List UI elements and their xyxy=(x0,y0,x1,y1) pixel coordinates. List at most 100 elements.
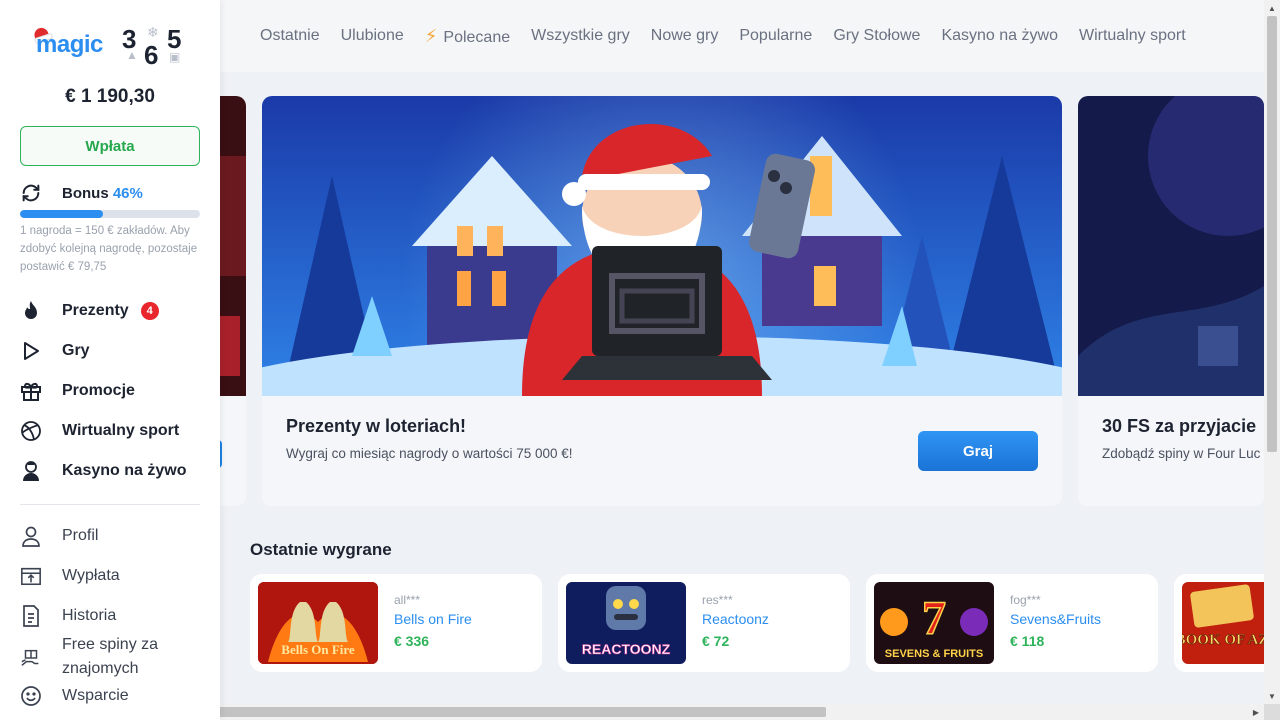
win-user: fog*** xyxy=(1010,593,1041,607)
banner-title: Prezenty w loteriach! xyxy=(286,416,467,436)
vertical-scroll-thumb[interactable] xyxy=(1267,16,1277,452)
smile-icon xyxy=(20,685,42,707)
nav-item-wszystkie-gry[interactable]: Wszystkie gry xyxy=(531,27,630,45)
banner-next-peek[interactable]: 30 FS za przyjacie Zdobądź spiny w Four … xyxy=(1078,96,1264,506)
win-user: res*** xyxy=(702,593,733,607)
game-thumbnail-reactoonz: REACTOONZ xyxy=(566,582,686,664)
menu-item-historia[interactable]: Historia xyxy=(20,605,116,627)
gift-hand-icon xyxy=(20,647,42,669)
win-game-link[interactable]: Sevens&Fruits xyxy=(1010,611,1101,627)
sidebar: magic 3 ❄ 6 5 ▲ ▣ € 1 190,30 Wpłata Bonu… xyxy=(0,0,220,720)
recent-wins-title: Ostatnie wygrane xyxy=(250,540,392,559)
thumb-text: Bells On Fire xyxy=(281,642,355,657)
sevens-thumbnail-art: 7 SEVENS & FRUITS xyxy=(874,582,994,664)
svg-text:7: 7 xyxy=(922,592,946,645)
banner-subtitle: Wygraj co miesiąc nagrody o wartości 75 … xyxy=(286,446,573,461)
bonus-progress-fill xyxy=(20,210,103,218)
menu-item-label: Free spiny za znajomych xyxy=(62,636,159,677)
flame-icon xyxy=(20,300,42,322)
banner-next-text-area: 30 FS za przyjacie Zdobądź spiny w Four … xyxy=(1078,396,1264,506)
document-icon xyxy=(20,605,42,627)
play-icon xyxy=(20,340,42,362)
bonus-percent: 46% xyxy=(112,184,143,202)
banner-next-subtitle: Zdobądź spiny w Four Luc xyxy=(1102,446,1261,461)
nav-item-ostatnie[interactable]: Ostatnie xyxy=(260,27,320,45)
menu-item-label: Kasyno na żywo xyxy=(62,462,187,479)
scrollbar-corner xyxy=(1264,704,1280,720)
menu-item-wirtualny-sport[interactable]: Wirtualny sport xyxy=(20,420,179,442)
win-game-link[interactable]: Bells on Fire xyxy=(394,611,472,627)
bonus-progress-bar xyxy=(20,210,200,218)
game-thumbnail-bells-on-fire: Bells On Fire xyxy=(258,582,378,664)
game-thumbnail-sevens-fruits: 7 SEVENS & FRUITS xyxy=(874,582,994,664)
withdraw-icon xyxy=(20,565,42,587)
menu-item-label: Historia xyxy=(62,607,117,624)
win-amount: € 72 xyxy=(702,633,730,649)
nav-item-nowe-gry[interactable]: Nowe gry xyxy=(651,27,719,45)
menu-item-label: Wsparcie xyxy=(62,687,129,704)
menu-item-label: Wirtualny sport xyxy=(62,422,180,439)
menu-item-profil[interactable]: Profil xyxy=(20,525,98,547)
menu-item-prezenty[interactable]: Prezenty 4 xyxy=(20,300,159,322)
play-button[interactable]: Graj xyxy=(918,431,1038,471)
deposit-button[interactable]: Wpłata xyxy=(20,126,200,166)
scroll-up-arrow-icon[interactable]: ▲ xyxy=(1264,0,1280,16)
bonus-label-wrap: Bonus 46% xyxy=(62,185,143,202)
game-thumbnail-book-of-az: BOOK OF AZ xyxy=(1182,582,1264,664)
nav-item-label: Polecane xyxy=(443,28,511,46)
recent-win-card[interactable]: BOOK OF AZ xyxy=(1174,574,1264,672)
recent-win-card[interactable]: 7 SEVENS & FRUITS fog*** Sevens&Fruits €… xyxy=(866,574,1158,672)
tree-icon: ▲ xyxy=(126,48,138,62)
scroll-down-arrow-icon[interactable]: ▼ xyxy=(1264,688,1280,704)
nav-item-ulubione[interactable]: Ulubione xyxy=(341,27,404,45)
bonus-label: Bonus xyxy=(62,184,109,202)
banner-text-area: Prezenty w loteriach! Wygraj co miesiąc … xyxy=(262,396,1062,506)
present-icon: ▣ xyxy=(169,50,181,64)
vertical-scrollbar[interactable]: ▲ ▼ xyxy=(1264,0,1280,704)
bells-thumbnail-art: Bells On Fire xyxy=(258,582,378,664)
lightning-icon: ⚡ xyxy=(424,25,438,46)
thumb-text: SEVENS & FRUITS xyxy=(885,648,983,660)
user-icon xyxy=(20,525,42,547)
win-amount: € 336 xyxy=(394,633,430,649)
win-user: all*** xyxy=(394,593,421,607)
bonus-note: 1 nagroda = 150 € zakładów. Aby zdobyć k… xyxy=(20,225,198,273)
thumb-text: BOOK OF AZ xyxy=(1182,632,1264,648)
nav-item-gry-stolowe[interactable]: Gry Stołowe xyxy=(833,27,920,45)
book-thumbnail-art: BOOK OF AZ xyxy=(1182,582,1264,664)
recent-win-card[interactable]: REACTOONZ res*** Reactoonz € 72 xyxy=(558,574,850,672)
nav-item-kasyno-na-zywo[interactable]: Kasyno na żywo xyxy=(941,27,1058,45)
promo-banner[interactable]: Prezenty w loteriach! Wygraj co miesiąc … xyxy=(262,96,1062,506)
banner-next-title: 30 FS za przyjacie xyxy=(1102,416,1257,436)
bonus-row[interactable]: Bonus 46% xyxy=(20,182,143,204)
menu-item-gry[interactable]: Gry xyxy=(20,340,90,362)
menu-item-label: Prezenty xyxy=(62,302,129,319)
menu-item-label: Promocje xyxy=(62,382,135,399)
recent-win-card[interactable]: Bells On Fire all*** Bells on Fire € 336 xyxy=(250,574,542,672)
nav-item-popularne[interactable]: Popularne xyxy=(739,27,812,45)
nav-item-polecane[interactable]: ⚡ Polecane xyxy=(425,26,510,47)
snowflake-icon: ❄ xyxy=(147,24,159,40)
reactoonz-thumbnail-art: REACTOONZ xyxy=(566,582,686,664)
scroll-right-arrow-icon[interactable]: ▶ xyxy=(1248,704,1264,720)
menu-item-free-spiny[interactable]: Free spiny za znajomych xyxy=(20,633,182,681)
menu-item-label: Profil xyxy=(62,527,99,544)
thumb-text: REACTOONZ xyxy=(582,641,671,657)
dealer-icon xyxy=(20,460,42,482)
menu-item-wsparcie[interactable]: Wsparcie xyxy=(20,685,129,707)
balance: € 1 190,30 xyxy=(65,86,155,107)
win-amount: € 118 xyxy=(1010,633,1045,649)
logo[interactable]: magic 3 ❄ 6 5 ▲ ▣ xyxy=(32,24,186,70)
banner-next-image xyxy=(1078,96,1264,396)
win-game-link[interactable]: Reactoonz xyxy=(702,611,769,627)
menu-item-wyplata[interactable]: Wypłata xyxy=(20,565,120,587)
menu-item-kasyno-na-zywo[interactable]: Kasyno na żywo xyxy=(20,460,186,482)
menu-item-label: Wypłata xyxy=(62,567,120,584)
gift-icon xyxy=(20,380,42,402)
nav-item-wirtualny-sport[interactable]: Wirtualny sport xyxy=(1079,27,1186,45)
top-navigation: Ostatnie Ulubione ⚡ Polecane Wszystkie gr… xyxy=(220,0,1264,72)
refresh-icon xyxy=(22,184,40,202)
menu-item-promocje[interactable]: Promocje xyxy=(20,380,135,402)
santa-banner-image xyxy=(262,96,1062,396)
menu-item-label: Gry xyxy=(62,342,90,359)
